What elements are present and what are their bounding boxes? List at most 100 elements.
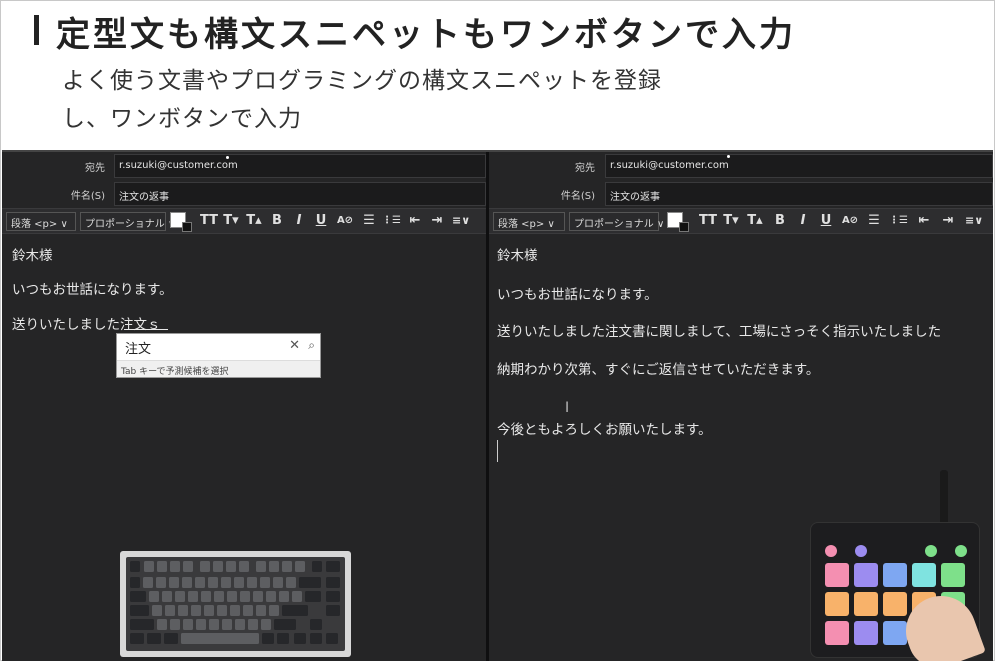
body-line-1: 鈴木様 <box>12 248 53 264</box>
keyboard-key <box>222 619 232 630</box>
body-line-2: いつもお世話になります。 <box>497 287 658 303</box>
keyboard-key <box>240 591 250 602</box>
pad-button <box>825 621 849 645</box>
keyboard-key <box>130 561 140 572</box>
to-indicator-dot <box>727 155 730 158</box>
keyboard-key <box>208 577 218 588</box>
keyboard-key <box>248 619 258 630</box>
keyboard-key <box>213 561 223 572</box>
subject-field[interactable]: 注文の返事 <box>114 182 486 206</box>
keyboard-key <box>188 591 198 602</box>
keyboard-key <box>326 633 338 644</box>
keyboard-key <box>130 619 154 630</box>
keyboard-key <box>130 633 144 644</box>
keyboard-key <box>195 577 205 588</box>
indent-icon[interactable]: ⇥ <box>939 213 957 228</box>
underline-icon[interactable]: U <box>817 213 835 228</box>
outdent-icon[interactable]: ⇤ <box>406 213 424 228</box>
font-larger-icon[interactable]: T▴ <box>746 213 764 228</box>
keyboard-key <box>326 605 340 616</box>
font-select[interactable]: プロポーショナル ∨ <box>569 212 664 231</box>
keyboard-key <box>277 633 289 644</box>
keyboard-key <box>181 633 259 644</box>
keyboard-key <box>209 619 219 630</box>
keyboard-image <box>120 551 351 657</box>
page-title: 定型文も構文スニペットもワンボタンで入力 <box>56 15 796 55</box>
keyboard-key <box>201 591 211 602</box>
bullet-list-icon[interactable]: ☰ <box>360 213 378 228</box>
numbered-list-icon[interactable]: ⋮☰ <box>889 215 908 226</box>
keyboard-key <box>269 605 279 616</box>
keyboard-key <box>227 591 237 602</box>
search-icon[interactable]: ⌕ <box>308 338 315 353</box>
clear-format-icon[interactable]: A⊘ <box>336 215 354 226</box>
close-icon[interactable]: ✕ <box>289 338 300 353</box>
bg-color-button[interactable] <box>182 222 192 232</box>
indent-icon[interactable]: ⇥ <box>428 213 446 228</box>
font-larger-icon[interactable]: T▴ <box>245 213 263 228</box>
keyboard-key <box>217 605 227 616</box>
pad-knob <box>855 545 867 557</box>
keyboard-key <box>130 577 140 588</box>
paragraph-select[interactable]: 段落 <p> ∨ <box>6 212 76 231</box>
align-dropdown-icon[interactable]: ≡∨ <box>452 214 470 227</box>
keyboard-key <box>253 591 263 602</box>
keyboard-key <box>273 577 283 588</box>
to-field[interactable]: r.suzuki@customer.com <box>605 154 993 178</box>
pad-knob <box>825 545 837 557</box>
keyboard-key <box>310 633 322 644</box>
autocomplete-input[interactable]: 注文 <box>125 338 151 357</box>
keyboard-key <box>165 605 175 616</box>
italic-icon[interactable]: I <box>290 213 308 228</box>
font-select[interactable]: プロポーショナル ∨ <box>80 212 175 231</box>
format-toolbar: 段落 <p> ∨ プロポーショナル ∨ TT T▾ T▴ B I U A⊘ ☰ … <box>489 208 993 234</box>
numbered-list-icon[interactable]: ⋮☰ <box>382 215 401 226</box>
pad-knob <box>955 545 967 557</box>
keyboard-key <box>299 577 321 588</box>
body-line-1: 鈴木様 <box>497 248 538 264</box>
keyboard-key <box>191 605 201 616</box>
keyboard-key <box>143 577 153 588</box>
subject-field[interactable]: 注文の返事 <box>605 182 993 206</box>
to-field[interactable]: r.suzuki@customer.com <box>114 154 486 178</box>
font-size-icon[interactable]: TT <box>699 213 717 228</box>
paragraph-select[interactable]: 段落 <p> ∨ <box>493 212 565 231</box>
keyboard-key <box>282 561 292 572</box>
font-smaller-icon[interactable]: T▾ <box>222 213 240 228</box>
keyboard-key <box>170 619 180 630</box>
bullet-list-icon[interactable]: ☰ <box>865 213 883 228</box>
keyboard-key <box>234 577 244 588</box>
align-dropdown-icon[interactable]: ≡∨ <box>965 214 983 227</box>
bold-icon[interactable]: B <box>771 213 789 228</box>
pad-button <box>883 621 907 645</box>
keyboard-key <box>178 605 188 616</box>
italic-icon[interactable]: I <box>794 213 812 228</box>
clear-format-icon[interactable]: A⊘ <box>841 215 859 226</box>
keyboard-key <box>162 591 172 602</box>
keyboard-key <box>130 605 149 616</box>
keyboard-key <box>214 591 224 602</box>
autocomplete-popup[interactable]: 注文 ✕ ⌕ Tab キーで予測候補を選択 <box>116 333 321 378</box>
keyboard-key <box>157 561 167 572</box>
font-smaller-icon[interactable]: T▾ <box>722 213 740 228</box>
bg-color-button[interactable] <box>679 222 689 232</box>
keyboard-key <box>170 561 180 572</box>
keyboard-key <box>243 605 253 616</box>
font-size-icon[interactable]: TT <box>200 213 218 228</box>
body-line-3[interactable]: 送りいたしました注文ｓ <box>12 313 161 333</box>
underline-icon[interactable]: U <box>312 213 330 228</box>
keyboard-key <box>312 561 322 572</box>
bold-icon[interactable]: B <box>268 213 286 228</box>
keyboard-key <box>326 591 340 602</box>
outdent-icon[interactable]: ⇤ <box>915 213 933 228</box>
pad-knob <box>925 545 937 557</box>
keyboard-key <box>230 605 240 616</box>
keyboard-key <box>152 605 162 616</box>
pad-button <box>883 592 907 616</box>
keyboard-key <box>200 561 210 572</box>
keyboard-key <box>326 561 340 572</box>
keyboard-key <box>164 633 178 644</box>
to-indicator-dot <box>226 156 229 159</box>
subtitle-line-1: よく使う文書やプログラミングの構文スニペットを登録 <box>62 68 662 94</box>
to-label: 宛先 <box>85 163 105 174</box>
